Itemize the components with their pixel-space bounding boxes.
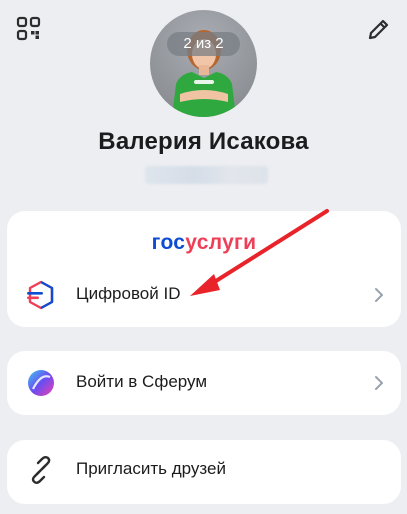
link-icon <box>25 454 57 486</box>
invite-card[interactable]: Пригласить друзей <box>7 440 401 504</box>
chevron-right-icon <box>373 374 385 392</box>
qr-code-icon[interactable] <box>16 16 42 42</box>
photo-counter-badge: 2 из 2 <box>167 32 240 56</box>
profile-photo <box>172 30 236 117</box>
sferum-label: Войти в Сферум <box>76 372 208 391</box>
gosuslugi-logo: госуслуги <box>7 231 401 255</box>
digital-id-item[interactable]: Цифровой ID <box>7 267 401 323</box>
gosuslugi-logo-part1: гос <box>151 231 186 254</box>
digital-id-icon <box>25 279 57 311</box>
sferum-icon <box>25 367 57 399</box>
blurred-subtitle <box>145 166 268 184</box>
profile-name: Валерия Исакова <box>98 128 309 155</box>
invite-label: Пригласить друзей <box>76 459 226 478</box>
gosuslugi-logo-part2: услуги <box>185 231 257 254</box>
sferum-card[interactable]: Войти в Сферум <box>7 351 401 415</box>
chevron-right-icon <box>373 286 385 304</box>
sferum-login-item[interactable]: Войти в Сферум <box>7 355 401 411</box>
invite-friends-item[interactable]: Пригласить друзей <box>7 442 401 498</box>
gosuslugi-card: госуслуги Цифровой ID <box>7 211 401 327</box>
pencil-icon[interactable] <box>366 16 392 42</box>
avatar[interactable]: 2 из 2 <box>150 10 257 117</box>
digital-id-label: Цифровой ID <box>76 284 181 303</box>
